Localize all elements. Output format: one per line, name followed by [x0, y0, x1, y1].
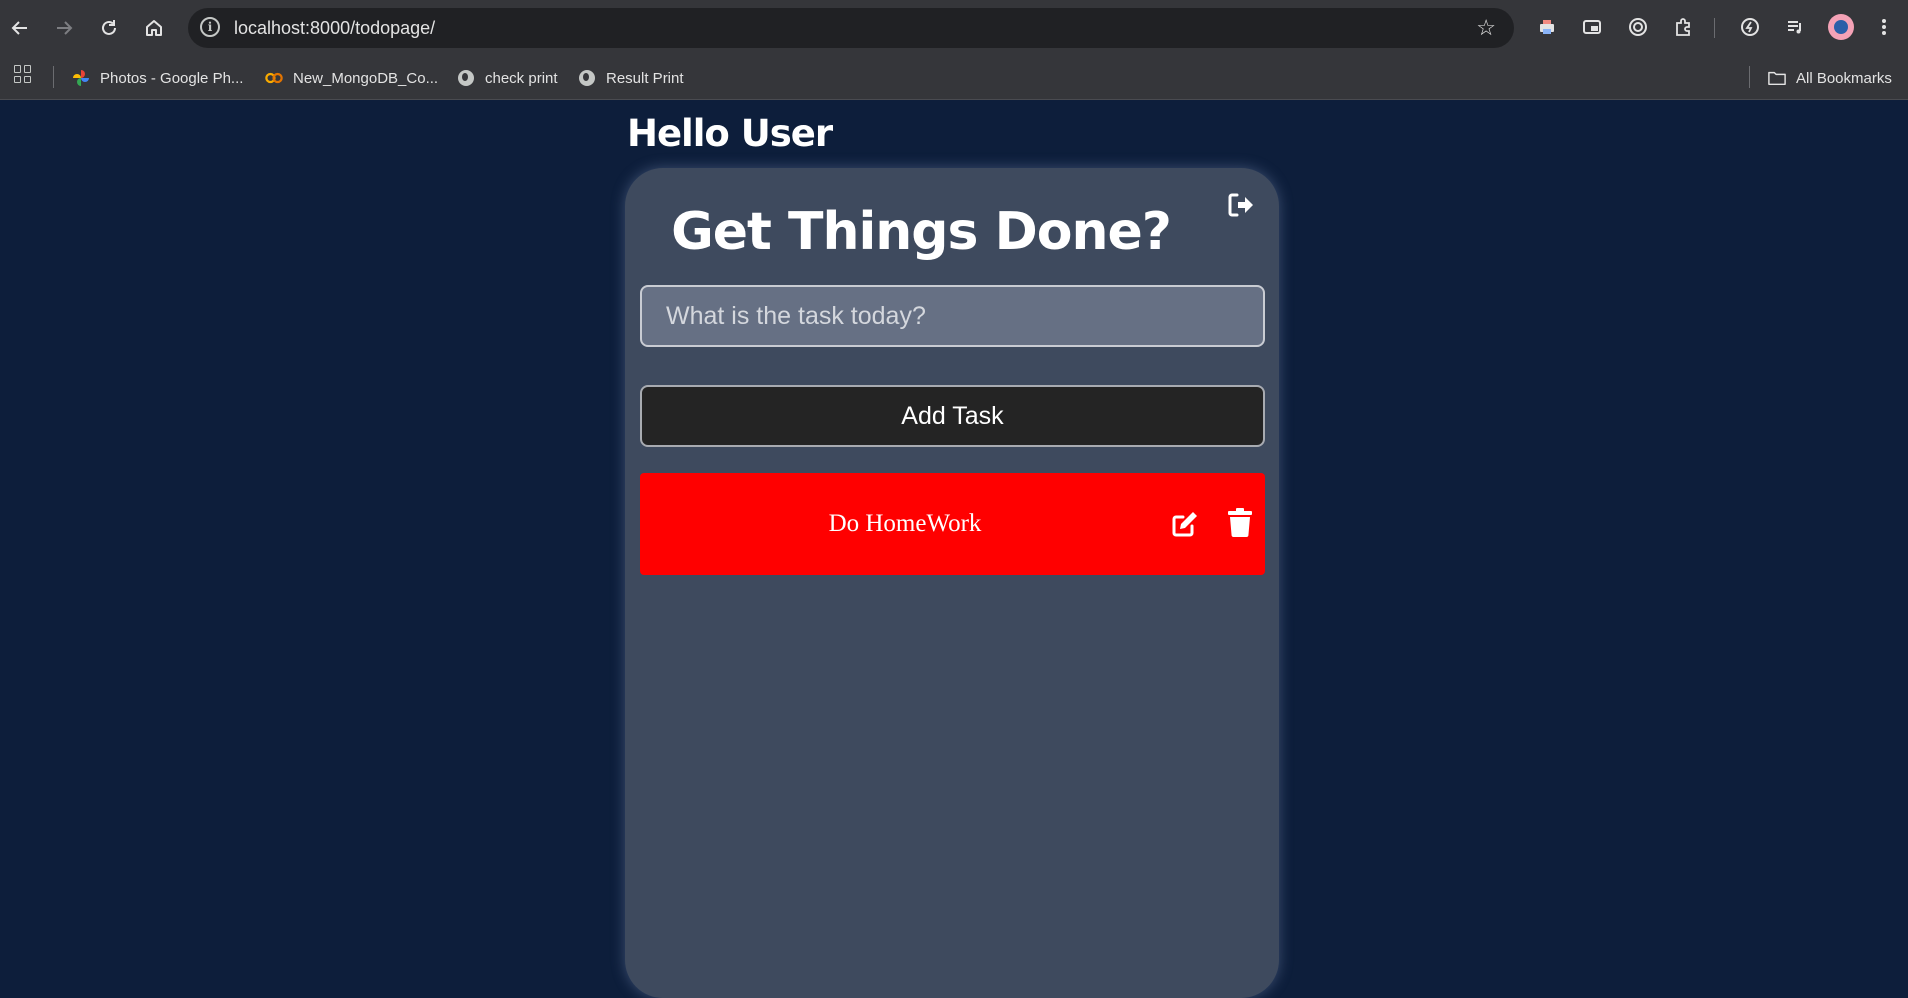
all-bookmarks-button[interactable]: All Bookmarks	[1768, 56, 1892, 100]
back-button[interactable]	[4, 12, 36, 44]
folder-icon	[1768, 69, 1786, 87]
bookmark-star-icon[interactable]: ☆	[1476, 15, 1496, 41]
reload-button[interactable]	[93, 12, 125, 44]
task-item: Do HomeWork	[640, 473, 1265, 575]
edit-task-button[interactable]	[1170, 509, 1200, 539]
bookmarks-separator	[1749, 66, 1750, 88]
home-button[interactable]	[138, 12, 170, 44]
forward-button[interactable]	[48, 12, 80, 44]
apps-grid-icon[interactable]	[14, 65, 32, 83]
bookmark-label: New_MongoDB_Co...	[293, 69, 439, 87]
edit-icon	[1172, 512, 1197, 537]
browser-toolbar: i localhost:8000/todopage/ ☆	[0, 0, 1908, 56]
extensions-puzzle-icon[interactable]	[1670, 14, 1696, 40]
task-text: Do HomeWork	[828, 510, 982, 537]
back-arrow-icon	[11, 21, 27, 35]
bookmark-mongodb[interactable]: New_MongoDB_Co...	[265, 56, 438, 100]
address-url: localhost:8000/todopage/	[234, 18, 436, 38]
media-controls-icon[interactable]	[1782, 14, 1808, 40]
browser-menu-icon[interactable]	[1871, 14, 1897, 40]
bookmark-label: check print	[485, 69, 558, 87]
logout-button[interactable]	[1226, 190, 1256, 220]
globe-icon	[457, 69, 475, 87]
reload-icon	[102, 20, 116, 35]
bookmarks-separator	[53, 66, 54, 88]
greeting-heading: Hello User	[627, 112, 833, 155]
add-task-button[interactable]: Add Task	[640, 385, 1265, 447]
printer-extension-icon[interactable]	[1534, 14, 1560, 40]
bookmark-photos[interactable]: Photos - Google Ph...	[72, 56, 243, 100]
address-bar[interactable]: i localhost:8000/todopage/ ☆	[188, 8, 1514, 48]
profile-avatar[interactable]	[1828, 14, 1854, 40]
colab-icon	[265, 69, 283, 87]
logout-icon	[1228, 193, 1253, 217]
tab-search-icon[interactable]	[1579, 14, 1605, 40]
performance-icon[interactable]	[1737, 14, 1763, 40]
globe-icon	[578, 69, 596, 87]
site-info-icon[interactable]: i	[200, 17, 220, 37]
all-bookmarks-label: All Bookmarks	[1796, 69, 1892, 87]
delete-task-button[interactable]	[1227, 508, 1253, 538]
google-photos-icon	[72, 69, 90, 87]
trash-icon	[1228, 508, 1252, 538]
bookmark-label: Photos - Google Ph...	[100, 69, 244, 87]
forward-arrow-icon	[57, 21, 73, 35]
bookmark-label: Result Print	[606, 69, 684, 87]
bookmark-result-print[interactable]: Result Print	[578, 56, 684, 100]
toolbar-separator	[1714, 18, 1715, 38]
bookmark-check-print[interactable]: check print	[457, 56, 558, 100]
target-extension-icon[interactable]	[1625, 14, 1651, 40]
page-title: Get Things Done?	[671, 202, 1172, 262]
home-icon	[146, 20, 162, 36]
task-input[interactable]	[640, 285, 1265, 347]
